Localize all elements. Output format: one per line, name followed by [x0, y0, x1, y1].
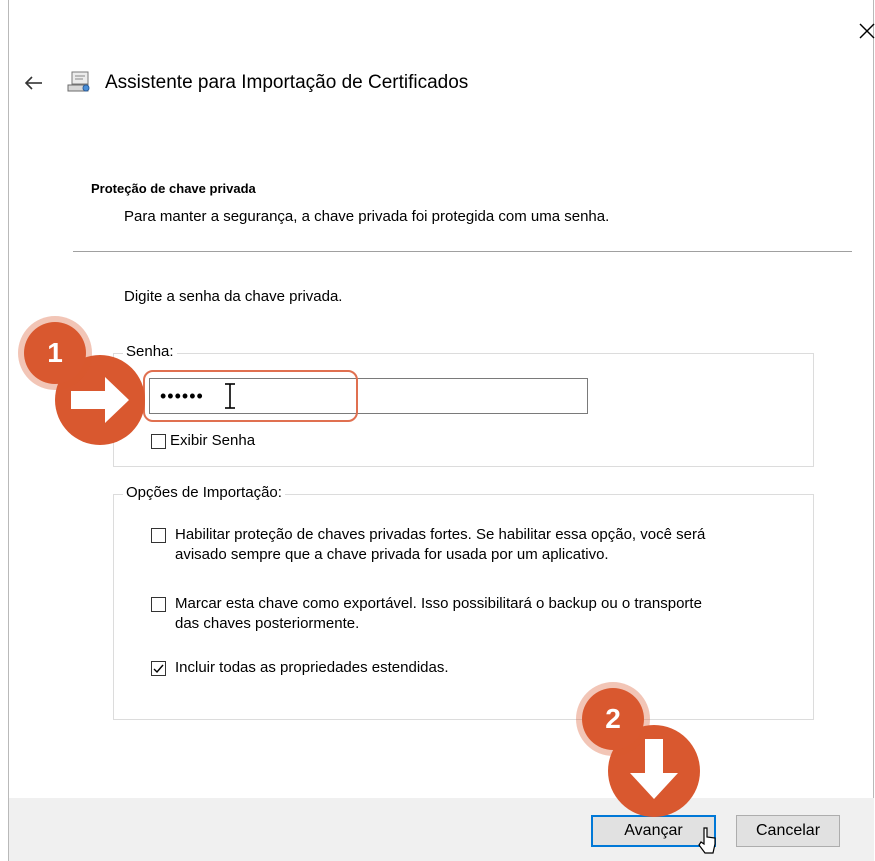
strong-protection-checkbox[interactable] — [151, 528, 166, 543]
close-icon — [859, 23, 875, 39]
strong-protection-label-line2: avisado sempre que a chave privada for u… — [175, 546, 609, 563]
window-title: Assistente para Importação de Certificad… — [105, 72, 469, 93]
exportable-checkbox[interactable] — [151, 597, 166, 612]
back-arrow-icon — [24, 76, 42, 90]
section-description: Para manter a segurança, a chave privada… — [124, 208, 610, 225]
divider — [73, 251, 852, 252]
mouse-pointer-icon — [698, 827, 716, 854]
section-heading: Proteção de chave privada — [91, 181, 256, 196]
annotation-badge-1: 1 — [24, 322, 86, 384]
import-options-legend: Opções de Importação: — [123, 484, 285, 501]
instruction-text: Digite a senha da chave privada. — [124, 288, 343, 305]
strong-protection-label[interactable]: Habilitar proteção de chaves privadas fo… — [175, 525, 705, 565]
certificate-wizard-icon — [65, 68, 95, 96]
exportable-label-line2: das chaves posteriormente. — [175, 615, 360, 632]
cancel-button[interactable]: Cancelar — [736, 815, 840, 847]
close-button[interactable] — [854, 18, 875, 44]
password-highlight — [143, 370, 358, 422]
show-password-label[interactable]: Exibir Senha — [170, 431, 255, 451]
annotation-badge-2: 2 — [582, 688, 644, 750]
exportable-label-line1: Marcar esta chave como exportável. Isso … — [175, 595, 702, 612]
show-password-checkbox[interactable] — [151, 434, 166, 449]
extended-properties-label[interactable]: Incluir todas as propriedades estendidas… — [175, 658, 449, 678]
exportable-label[interactable]: Marcar esta chave como exportável. Isso … — [175, 594, 702, 634]
checkmark-icon — [153, 664, 164, 674]
strong-protection-label-line1: Habilitar proteção de chaves privadas fo… — [175, 526, 706, 543]
back-button[interactable] — [23, 72, 45, 94]
extended-properties-checkbox[interactable] — [151, 661, 166, 676]
